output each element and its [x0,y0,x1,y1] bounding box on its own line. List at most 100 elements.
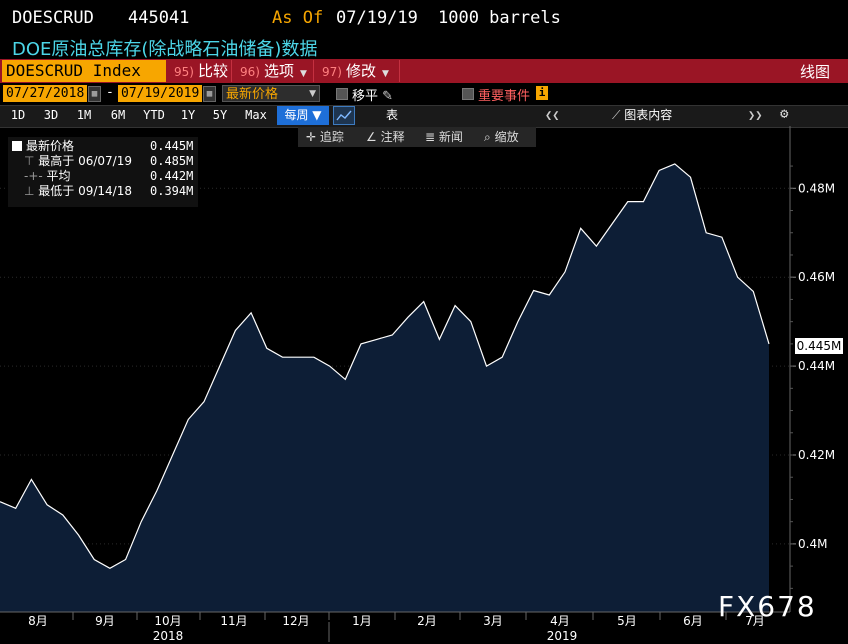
period-button-max[interactable]: Max [240,106,272,125]
legend-square-icon [12,141,22,151]
table-tab[interactable]: 表 [386,106,398,125]
move-label: 移平 ✎ [352,85,393,104]
x-tick-label: 11月 [220,614,247,628]
news-button[interactable]: ≣ 新闻 [425,128,463,146]
low-marker-icon: ⊥ [24,184,35,198]
period-button-1d[interactable]: 1D [6,106,30,125]
high-marker-icon: ⊤ [24,154,35,168]
options-button[interactable]: 96) 选项 ▼ [236,60,314,82]
line-chart-icon[interactable] [333,106,355,125]
price-type-select[interactable]: 最新价格 ▼ [222,85,320,102]
edit-button[interactable]: 97) 修改 ▼ [318,60,400,82]
units-label: 1000 barrels [438,8,561,28]
period-button-ytd[interactable]: YTD [138,106,170,125]
series-area [0,163,769,612]
frequency-select[interactable]: 每周 ▼ [277,106,329,125]
expand-right-icon[interactable]: ❯❯ [748,106,762,125]
legend-last-value: 0.445M [150,139,194,153]
last-value: 445041 [128,8,190,28]
calendar-icon[interactable]: ▦ [88,86,101,102]
news-label: 新闻 [438,130,463,144]
zoom-button[interactable]: ⌕ 缩放 [484,128,519,146]
pencil-icon[interactable]: ✎ [382,89,393,104]
x-tick-label: 3月 [483,614,503,628]
edit-number: 97) [322,65,342,79]
dropdown-icon: ▼ [309,89,316,99]
x-tick-label: 6月 [683,614,703,628]
security-description: DOE原油总库存(除战略石油储备)数据 [12,39,318,60]
legend-high: ⊤ 最高于 06/07/19 [24,154,132,169]
events-label: 重要事件 [478,89,531,104]
x-year-label: 2018 [153,629,184,643]
gear-icon[interactable]: ⚙ [780,105,788,124]
draw-icon: ∠ [366,130,377,144]
last-value-badge: 0.445M [795,338,843,354]
legend-avg-value: 0.442M [150,169,194,183]
legend-low-value: 0.394M [150,184,194,198]
crosshair-icon: ✛ [306,130,317,144]
start-date-field[interactable]: 07/27/2018 [3,85,87,102]
legend-high-value: 0.485M [150,154,194,168]
annotate-label: 注释 [380,130,405,144]
y-tick-label: 0.42M [798,448,835,462]
end-date-field[interactable]: 07/19/2019 [118,85,202,102]
track-label: 追踪 [319,130,344,144]
chart-content-button[interactable]: ⟋ 图表内容 [612,106,672,125]
compare-number: 95) [174,65,194,79]
legend-low-label: 最低于 09/14/18 [38,184,132,198]
as-of-date: 07/19/19 [336,8,418,28]
options-number: 96) [240,65,260,79]
calendar-icon[interactable]: ▦ [203,86,216,102]
date-separator: - [106,85,114,100]
x-year-label: 2019 [547,629,578,643]
x-tick-label: 5月 [617,614,637,628]
x-tick-label: 12月 [282,614,309,628]
chart-type-label[interactable]: 线图 [800,61,830,82]
legend-low: ⊥ 最低于 09/14/18 [24,184,132,199]
x-tick-label: 9月 [95,614,115,628]
ticker-symbol: DOESCRUD [12,8,94,28]
y-tick-label: 0.46M [798,270,835,284]
average-marker-icon: -+- [24,169,43,183]
x-tick-label: 10月 [154,614,181,628]
as-of-label: As Of [272,8,324,28]
period-button-3d[interactable]: 3D [38,106,64,125]
collapse-left-icon[interactable]: ❮❮ [545,106,559,125]
edit-label: 修改 [345,62,376,80]
legend-avg: -+- 平均 [24,169,71,184]
legend-avg-label: 平均 [46,169,71,183]
legend-last-label: 最新价格 [26,139,75,153]
period-button-1m[interactable]: 1M [72,106,96,125]
move-text: 移平 [352,89,379,104]
x-tick-label: 1月 [352,614,372,628]
chart-content-icon: ⟋ [612,108,621,122]
caret-down-icon: ▼ [381,69,389,79]
y-tick-label: 0.44M [798,359,835,373]
period-button-1y[interactable]: 1Y [176,106,200,125]
compare-button[interactable]: 95) 比较 [170,60,232,82]
price-type-value: 最新价格 [226,87,279,102]
events-checkbox[interactable] [462,88,474,100]
y-tick-label: 0.4M [798,537,827,551]
magnifier-icon: ⌕ [484,130,491,144]
annotate-button[interactable]: ∠ 注释 [366,128,405,146]
compare-label: 比较 [197,62,228,80]
y-tick-label: 0.48M [798,181,835,195]
caret-down-icon: ▼ [299,69,307,79]
legend-high-label: 最高于 06/07/19 [38,154,132,168]
news-icon: ≣ [425,130,436,144]
period-button-6m[interactable]: 6M [104,106,132,125]
zoom-label: 缩放 [494,130,519,144]
move-checkbox[interactable] [336,88,348,100]
chart-content-label: 图表内容 [624,108,673,122]
period-button-5y[interactable]: 5Y [208,106,232,125]
x-tick-label: 4月 [550,614,570,628]
legend-last: 最新价格 [12,139,74,154]
watermark: FX678 [718,590,817,623]
security-input[interactable]: DOESCRUD Index [2,60,166,82]
options-label: 选项 [263,62,294,80]
x-tick-label: 8月 [28,614,48,628]
info-icon[interactable]: i [536,86,548,100]
x-tick-label: 2月 [417,614,437,628]
track-button[interactable]: ✛ 追踪 [306,128,344,146]
